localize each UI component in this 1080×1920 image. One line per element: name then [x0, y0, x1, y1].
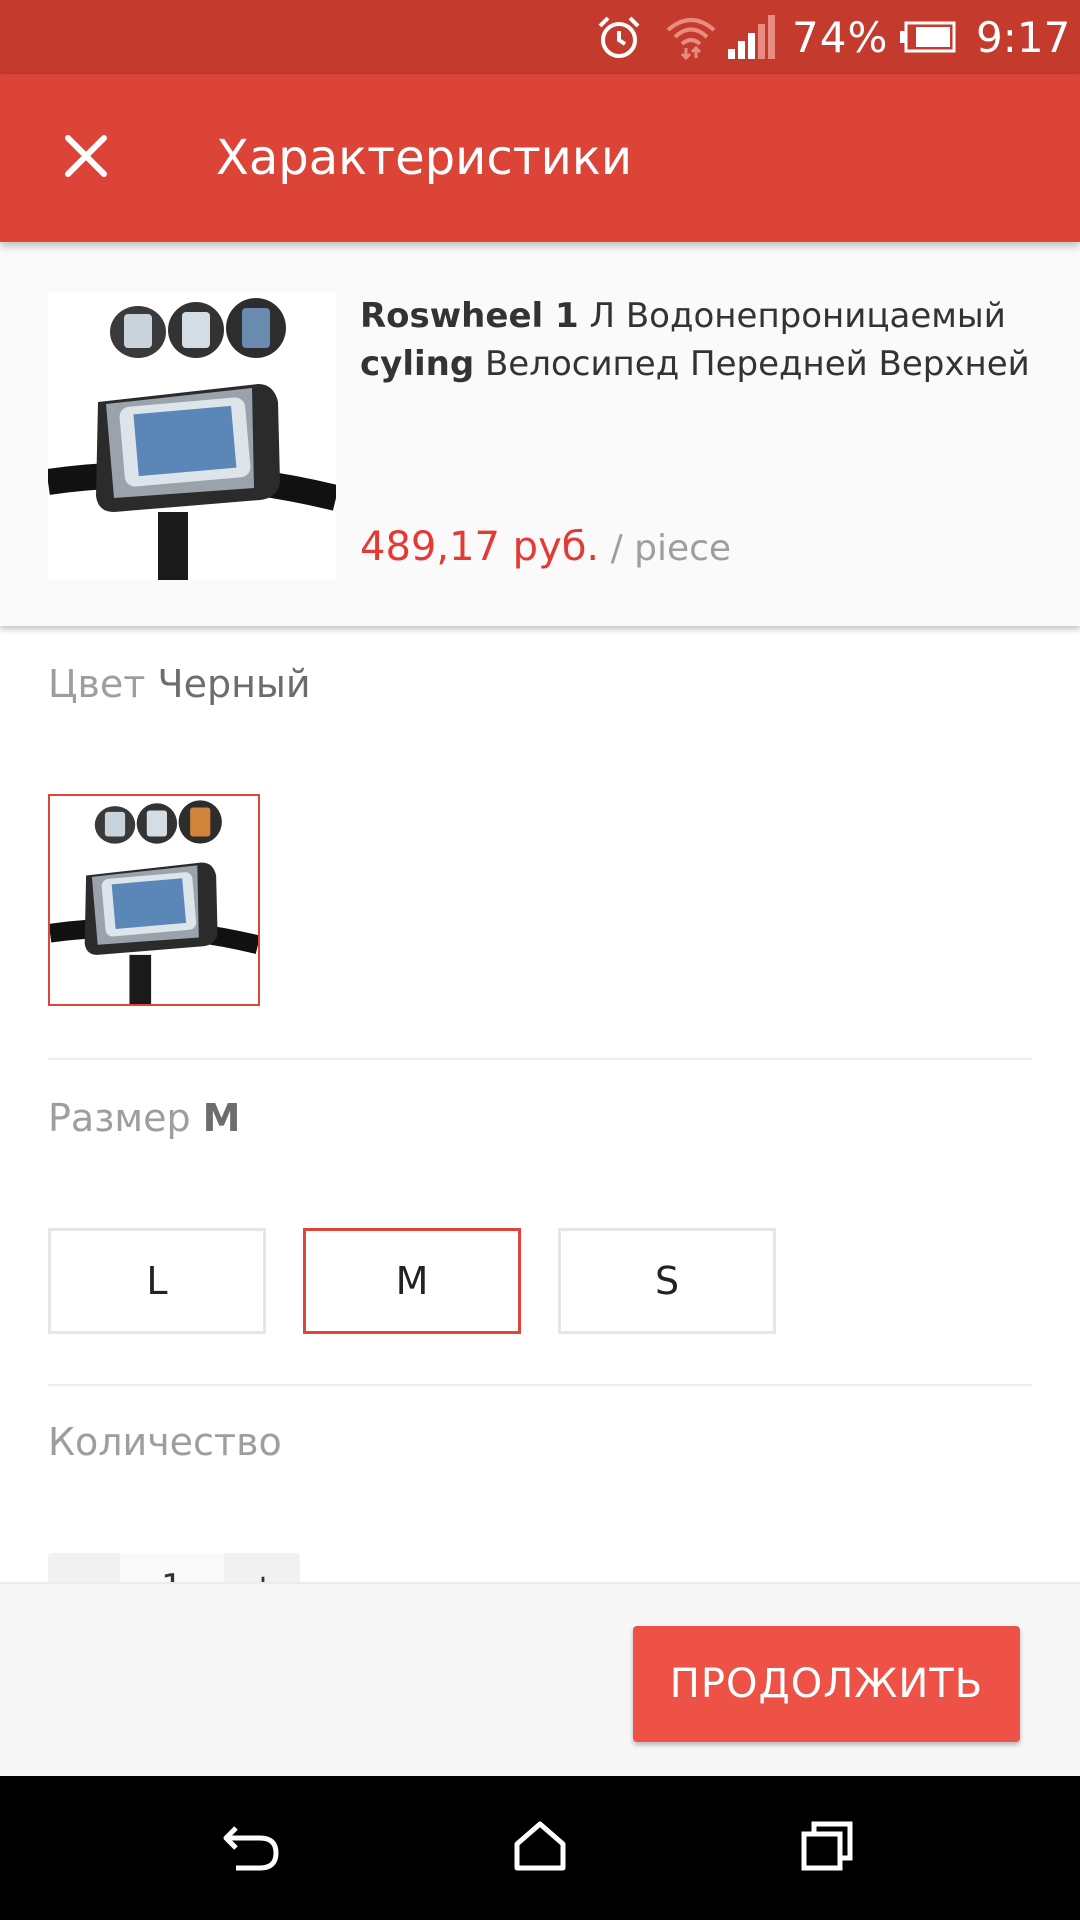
- quantity-label: Количество: [48, 1420, 282, 1464]
- home-icon: [513, 1820, 567, 1876]
- product-price: 489,17 руб. / piece: [360, 524, 731, 570]
- size-label-text: Размер: [48, 1096, 191, 1140]
- divider: [48, 1384, 1032, 1386]
- continue-button[interactable]: ПРОДОЛЖИТЬ: [633, 1626, 1020, 1742]
- home-button[interactable]: [490, 1798, 590, 1898]
- product-summary: Roswheel 1 Л Водонепроницаемый cyling Ве…: [0, 242, 1080, 626]
- size-option-l[interactable]: L: [48, 1228, 266, 1334]
- product-title-rest-1: Л Водонепроницаемый: [578, 296, 1006, 336]
- size-option-m[interactable]: M: [303, 1228, 521, 1334]
- color-option-black[interactable]: [48, 794, 261, 1006]
- action-bar: ПРОДОЛЖИТЬ: [0, 1582, 1080, 1778]
- battery-icon: [900, 0, 956, 74]
- size-label: Размер M: [48, 1096, 241, 1140]
- color-label-text: Цвет: [48, 662, 146, 706]
- clock: 9:17: [976, 12, 1071, 62]
- signal-icon: [728, 0, 776, 74]
- battery-percent: 74%: [792, 12, 889, 62]
- product-title-bold-1: Roswheel 1: [360, 296, 579, 336]
- back-icon: [222, 1820, 282, 1876]
- close-icon: [64, 134, 108, 182]
- product-title-bold-2: cyling: [360, 344, 475, 384]
- price-value: 489,17 руб.: [360, 524, 600, 570]
- size-option-s[interactable]: S: [558, 1228, 776, 1334]
- page-title: Характеристики: [216, 130, 633, 186]
- status-bar: 74% 9:17: [0, 0, 1080, 74]
- alarm-icon: [594, 0, 644, 74]
- product-title: Roswheel 1 Л Водонепроницаемый cyling Ве…: [360, 292, 1040, 388]
- nav-bar: [0, 1776, 1080, 1920]
- color-value: Черный: [157, 662, 311, 706]
- divider: [48, 1058, 1032, 1060]
- color-label: Цвет Черный: [48, 662, 311, 706]
- back-button[interactable]: [202, 1798, 302, 1898]
- close-button[interactable]: [44, 116, 128, 200]
- recents-icon: [800, 1820, 854, 1876]
- price-unit: / piece: [599, 528, 732, 569]
- app-bar: Характеристики: [0, 74, 1080, 242]
- wifi-icon: [664, 0, 718, 74]
- product-image: [46, 292, 340, 580]
- recents-button[interactable]: [777, 1798, 877, 1898]
- size-value: M: [202, 1096, 241, 1140]
